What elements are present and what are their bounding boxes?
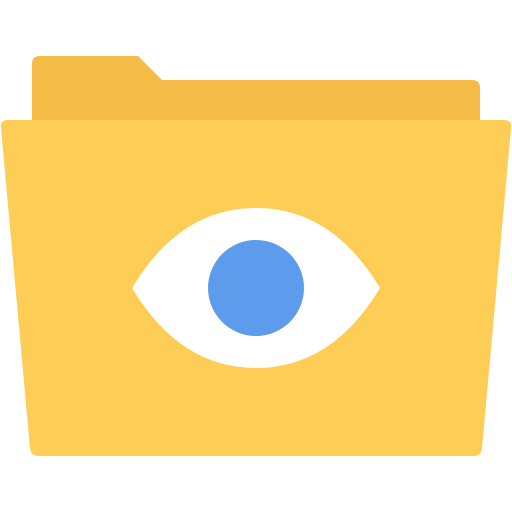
folder-eye-icon: [0, 56, 512, 456]
folder-back-tab: [32, 56, 480, 120]
icon-canvas: [0, 0, 512, 512]
eye-pupil: [208, 240, 304, 336]
